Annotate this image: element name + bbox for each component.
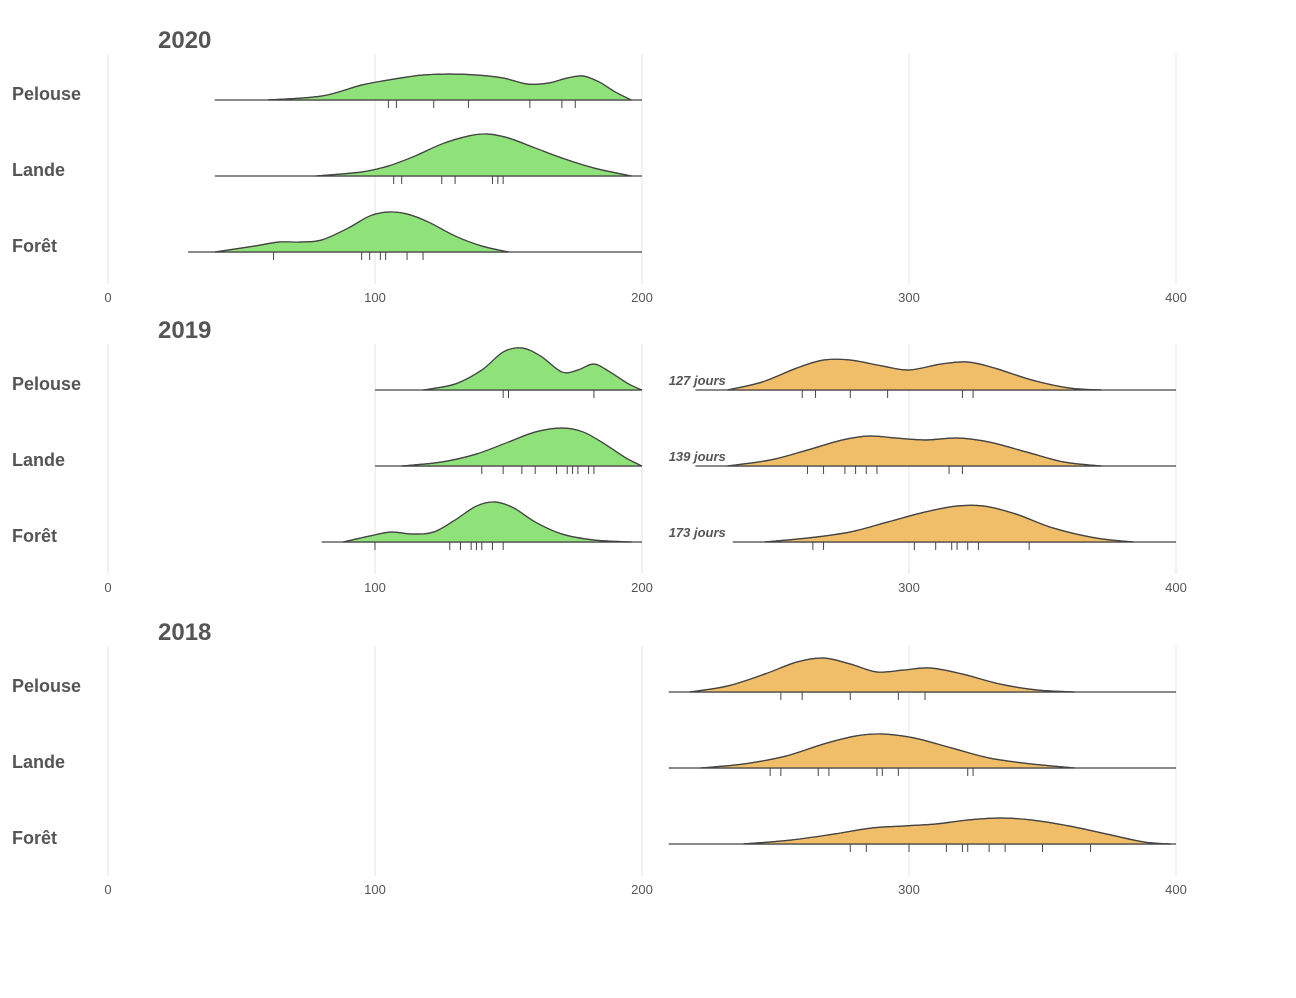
x-tick-label: 200 bbox=[631, 882, 653, 897]
category-label: Forêt bbox=[12, 828, 57, 848]
category-label: Pelouse bbox=[12, 374, 81, 394]
density-ridge bbox=[343, 502, 631, 542]
density-ridge bbox=[743, 818, 1170, 844]
category-label: Lande bbox=[12, 160, 65, 180]
x-tick-label: 0 bbox=[104, 290, 111, 305]
x-tick-label: 400 bbox=[1165, 290, 1187, 305]
x-tick-label: 100 bbox=[364, 290, 386, 305]
annotation: 127 jours bbox=[669, 373, 726, 388]
x-tick-label: 100 bbox=[364, 882, 386, 897]
density-ridge bbox=[727, 436, 1101, 466]
category-label: Forêt bbox=[12, 526, 57, 546]
density-ridge bbox=[215, 212, 509, 252]
year-title: 2020 bbox=[158, 27, 211, 54]
x-tick-label: 0 bbox=[104, 882, 111, 897]
x-tick-label: 0 bbox=[104, 580, 111, 595]
x-tick-label: 100 bbox=[364, 580, 386, 595]
x-tick-label: 200 bbox=[631, 580, 653, 595]
density-ridge bbox=[316, 134, 631, 176]
category-label: Pelouse bbox=[12, 84, 81, 104]
x-tick-label: 300 bbox=[898, 882, 920, 897]
category-label: Lande bbox=[12, 450, 65, 470]
x-tick-label: 300 bbox=[898, 290, 920, 305]
category-label: Lande bbox=[12, 752, 65, 772]
year-title: 2018 bbox=[158, 619, 211, 646]
year-title: 2019 bbox=[158, 317, 211, 344]
annotation: 139 jours bbox=[669, 449, 726, 464]
category-label: Pelouse bbox=[12, 676, 81, 696]
x-tick-label: 400 bbox=[1165, 882, 1187, 897]
category-label: Forêt bbox=[12, 236, 57, 256]
x-tick-label: 300 bbox=[898, 580, 920, 595]
x-tick-label: 400 bbox=[1165, 580, 1187, 595]
annotation: 173 jours bbox=[669, 525, 726, 540]
density-ridge bbox=[402, 428, 642, 466]
x-tick-label: 200 bbox=[631, 290, 653, 305]
density-ridge bbox=[727, 359, 1101, 390]
